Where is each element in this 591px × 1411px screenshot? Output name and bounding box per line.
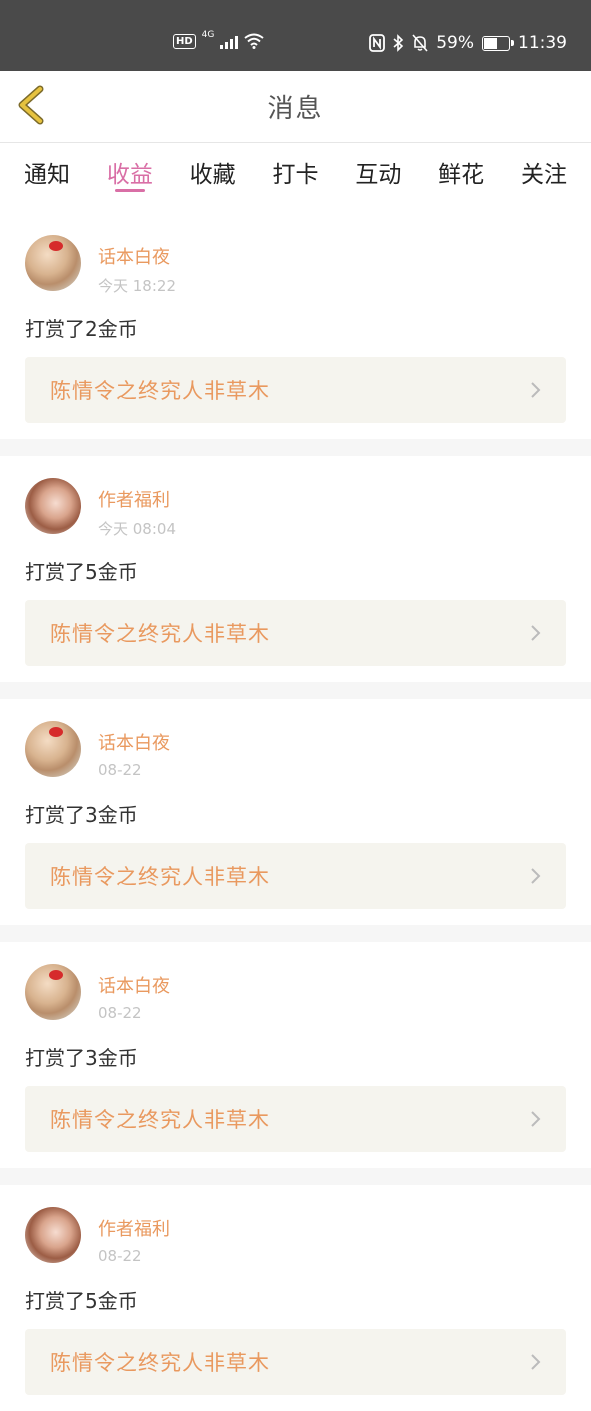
tab-label: 鲜花 bbox=[438, 162, 485, 188]
message-item: 话本白夜 今天 18:22 打赏了2金币 陈情令之终究人非草木 bbox=[0, 213, 591, 439]
book-title: 陈情令之终究人非草木 bbox=[50, 865, 270, 889]
sender-name[interactable]: 作者福利 bbox=[98, 1215, 170, 1241]
message-text: 打赏了3金币 bbox=[25, 1046, 138, 1070]
message-text: 打赏了5金币 bbox=[25, 560, 138, 584]
book-link[interactable]: 陈情令之终究人非草木 bbox=[25, 843, 566, 909]
message-text: 打赏了3金币 bbox=[25, 803, 138, 827]
chevron-right-icon bbox=[531, 382, 541, 398]
sender-name[interactable]: 话本白夜 bbox=[98, 729, 170, 755]
tab-bar: 通知 收益 收藏 打卡 互动 鲜花 关注 bbox=[0, 143, 591, 205]
book-link[interactable]: 陈情令之终究人非草木 bbox=[25, 1086, 566, 1152]
sender-name[interactable]: 话本白夜 bbox=[98, 972, 170, 998]
tab-label: 关注 bbox=[520, 162, 567, 188]
book-title: 陈情令之终究人非草木 bbox=[50, 1351, 270, 1375]
message-time: 08-22 bbox=[98, 1004, 142, 1022]
tab-label: 互动 bbox=[355, 162, 402, 188]
sender-name[interactable]: 作者福利 bbox=[98, 486, 176, 512]
book-title: 陈情令之终究人非草木 bbox=[50, 1108, 270, 1132]
tab-favorites[interactable]: 收藏 bbox=[190, 143, 236, 189]
message-list: 话本白夜 今天 18:22 打赏了2金币 陈情令之终究人非草木 作者福利 今天 … bbox=[0, 205, 591, 1411]
book-link[interactable]: 陈情令之终究人非草木 bbox=[25, 1329, 566, 1395]
tab-label: 打卡 bbox=[272, 162, 319, 188]
battery-percent: 59% bbox=[436, 33, 474, 53]
avatar[interactable] bbox=[25, 235, 81, 291]
signal-icon bbox=[220, 33, 239, 49]
tab-flowers[interactable]: 鲜花 bbox=[438, 143, 484, 189]
divider bbox=[0, 439, 591, 456]
hd-icon: HD bbox=[173, 33, 196, 49]
avatar[interactable] bbox=[25, 721, 81, 777]
message-item: 作者福利 今天 08:04 打赏了5金币 陈情令之终究人非草木 bbox=[0, 456, 591, 682]
message-time: 08-22 bbox=[98, 761, 142, 779]
page-title: 消息 bbox=[267, 94, 324, 124]
tab-earnings[interactable]: 收益 bbox=[106, 143, 153, 192]
tab-active-indicator bbox=[114, 189, 145, 192]
book-link[interactable]: 陈情令之终究人非草木 bbox=[25, 357, 566, 423]
message-item: 话本白夜 08-22 打赏了3金币 陈情令之终究人非草木 bbox=[0, 942, 591, 1168]
tab-label: 通知 bbox=[24, 162, 70, 188]
avatar[interactable] bbox=[25, 964, 81, 1020]
message-time: 今天 08:04 bbox=[98, 520, 176, 538]
chevron-right-icon bbox=[531, 625, 541, 641]
chevron-left-icon[interactable] bbox=[14, 85, 54, 125]
tab-checkin[interactable]: 打卡 bbox=[272, 143, 318, 189]
message-time: 今天 18:22 bbox=[98, 277, 176, 295]
bluetooth-icon bbox=[393, 34, 404, 52]
book-link[interactable]: 陈情令之终究人非草木 bbox=[25, 600, 566, 666]
message-item: 话本白夜 08-22 打赏了3金币 陈情令之终究人非草木 bbox=[0, 699, 591, 925]
tab-follow[interactable]: 关注 bbox=[521, 143, 567, 189]
wifi-icon bbox=[244, 33, 264, 49]
divider bbox=[0, 1168, 591, 1185]
divider bbox=[0, 925, 591, 942]
tab-notify[interactable]: 通知 bbox=[24, 143, 70, 189]
nav-header: 消息 bbox=[0, 71, 591, 143]
divider bbox=[0, 682, 591, 699]
tab-interaction[interactable]: 互动 bbox=[355, 143, 401, 189]
message-text: 打赏了2金币 bbox=[25, 317, 138, 341]
status-right-group: 59% 11:39 bbox=[369, 33, 567, 53]
chevron-right-icon bbox=[531, 1354, 541, 1370]
book-title: 陈情令之终究人非草木 bbox=[50, 379, 270, 403]
nfc-icon bbox=[369, 34, 386, 52]
message-time: 08-22 bbox=[98, 1247, 142, 1265]
clock: 11:39 bbox=[518, 33, 567, 53]
tab-label: 收藏 bbox=[189, 162, 236, 188]
network-type: 4G bbox=[201, 30, 215, 40]
tab-label: 收益 bbox=[106, 162, 153, 188]
mute-bell-icon bbox=[412, 34, 428, 52]
status-bar: HD 4G 59% 11:39 bbox=[0, 0, 591, 71]
message-item: 作者福利 08-22 打赏了5金币 陈情令之终究人非草木 bbox=[0, 1185, 591, 1411]
chevron-right-icon bbox=[531, 868, 541, 884]
message-text: 打赏了5金币 bbox=[25, 1289, 138, 1313]
avatar[interactable] bbox=[25, 1207, 81, 1263]
status-left-group: HD 4G bbox=[173, 30, 264, 49]
avatar[interactable] bbox=[25, 478, 81, 534]
battery-icon bbox=[482, 35, 514, 51]
sender-name[interactable]: 话本白夜 bbox=[98, 243, 176, 269]
chevron-right-icon bbox=[531, 1111, 541, 1127]
book-title: 陈情令之终究人非草木 bbox=[50, 622, 270, 646]
